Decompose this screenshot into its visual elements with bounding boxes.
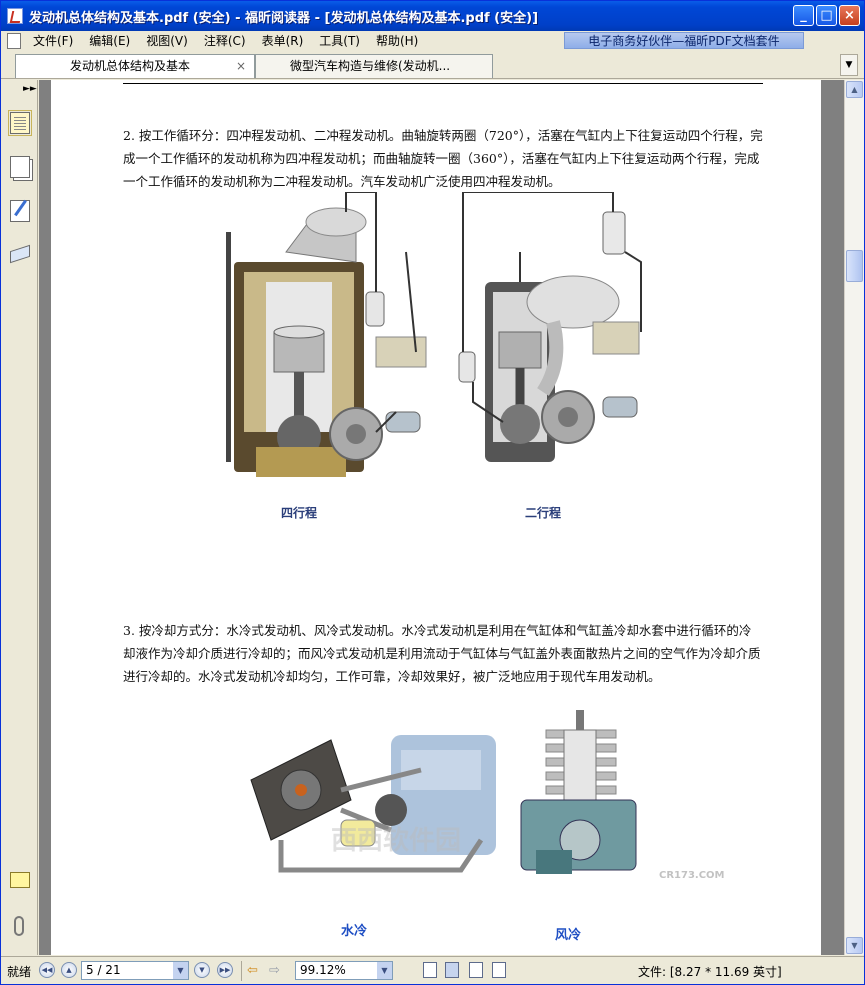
zoom-value: 99.12% [300,963,346,977]
menu-tools[interactable]: 工具(T) [311,31,368,51]
zoom-dropdown-chevron-icon[interactable]: ▼ [377,962,392,979]
page-number-input[interactable]: 5 / 21 ▼ [81,961,189,980]
maximize-button[interactable]: □ [816,5,837,26]
watermark-logo: 西西软件园 [331,826,462,856]
window-title: 发动机总体结构及基本.pdf (安全) - 福昕阅读器 - [发动机总体结构及基… [29,10,539,26]
previous-page-icon[interactable]: ▲ [61,962,77,978]
paragraph-work-cycle: 2. 按工作循环分：四冲程发动机、二冲程发动机。曲轴旋转两圈（720°），活塞在… [123,128,763,189]
layers-icon[interactable] [10,244,30,264]
separator [241,961,242,981]
paragraph-cooling: 3. 按冷却方式分：水冷式发动机、风冷式发动机。水冷式发动机是利用在气缸体和气缸… [123,623,761,684]
tab-bar: 发动机总体结构及基本 × 微型汽车构造与维修(发动机... ▼ [1,51,864,79]
scroll-up-button[interactable]: ▲ [846,81,863,98]
zoom-input[interactable]: 99.12% ▼ [295,961,393,980]
menu-comment[interactable]: 注释(C) [196,31,254,51]
window-controls: _ □ × [793,5,860,26]
four-stroke-engine-figure [226,192,427,477]
tab-list-chevron-down-icon[interactable]: ▼ [840,54,858,76]
page-dropdown-chevron-icon[interactable]: ▼ [173,962,188,979]
continuous-view-icon[interactable] [445,962,459,978]
caption-four-stroke: 四行程 [281,506,318,520]
pages-icon[interactable] [8,110,32,136]
two-stroke-engine-figure [458,192,642,462]
document-view[interactable]: 2. 按工作循环分：四冲程发动机、二冲程发动机。曲轴旋转两圈（720°），活塞在… [39,80,844,955]
menu-help[interactable]: 帮助(H) [368,31,426,51]
tab-label: 微型汽车构造与维修(发动机... [290,59,451,73]
status-bar: 就绪 ◀◀ ▲ 5 / 21 ▼ ▼ ▶▶ ⇦ ⇨ 99.12% ▼ 文件: [… [1,956,864,984]
signature-icon[interactable] [10,200,30,222]
single-page-view-icon[interactable] [423,962,437,978]
status-ready: 就绪 [7,965,32,979]
attachments-icon[interactable] [14,916,24,936]
continuous-facing-view-icon[interactable] [492,962,506,978]
tab-close-icon[interactable]: × [236,55,246,77]
menu-form[interactable]: 表单(R) [254,31,312,51]
bookmarks-icon[interactable] [10,156,30,178]
air-cooled-engine-figure [520,710,637,874]
tab-label: 发动机总体结构及基本 [70,59,191,73]
forward-arrow-icon[interactable]: ⇨ [269,963,280,978]
minimize-button[interactable]: _ [793,5,814,26]
scroll-thumb[interactable] [846,250,863,282]
file-dimensions: 文件: [8.27 * 11.69 英寸] [638,965,782,979]
navigation-panel: ►► [1,80,38,955]
tab-current-document[interactable]: 发动机总体结构及基本 × [15,54,255,78]
pdf-page: 2. 按工作循环分：四冲程发动机、二冲程发动机。曲轴旋转两圈（720°），活塞在… [51,80,821,955]
page-number-value: 5 / 21 [86,963,121,977]
app-window: 发动机总体结构及基本.pdf (安全) - 福昕阅读器 - [发动机总体结构及基… [0,0,865,985]
panel-expand-icon[interactable]: ►► [23,84,37,94]
title-bar[interactable]: 发动机总体结构及基本.pdf (安全) - 福昕阅读器 - [发动机总体结构及基… [1,1,864,31]
vertical-scrollbar[interactable]: ▲ ▼ [844,80,864,955]
page-rule [123,83,763,84]
watermark-url: CR173.COM [659,870,725,881]
menu-view[interactable]: 视图(V) [138,31,196,51]
caption-air-cooled: 风冷 [555,928,582,943]
promo-banner[interactable]: 电子商务好伙伴—福昕PDF文档套件 [564,32,804,49]
facing-view-icon[interactable] [469,962,483,978]
comments-icon[interactable] [10,872,30,888]
menu-file[interactable]: 文件(F) [25,31,81,51]
next-page-icon[interactable]: ▼ [194,962,210,978]
tab-other-document[interactable]: 微型汽车构造与维修(发动机... [255,54,493,78]
document-menu-icon[interactable] [7,33,21,49]
app-icon[interactable] [7,8,23,24]
first-page-icon[interactable]: ◀◀ [39,962,55,978]
water-cooled-engine-figure [250,735,496,873]
scroll-down-button[interactable]: ▼ [846,937,863,954]
menu-edit[interactable]: 编辑(E) [81,31,138,51]
close-button[interactable]: × [839,5,860,26]
caption-water-cooled: 水冷 [341,924,368,939]
back-arrow-icon[interactable]: ⇦ [247,963,258,978]
last-page-icon[interactable]: ▶▶ [217,962,233,978]
caption-two-stroke: 二行程 [525,506,562,520]
